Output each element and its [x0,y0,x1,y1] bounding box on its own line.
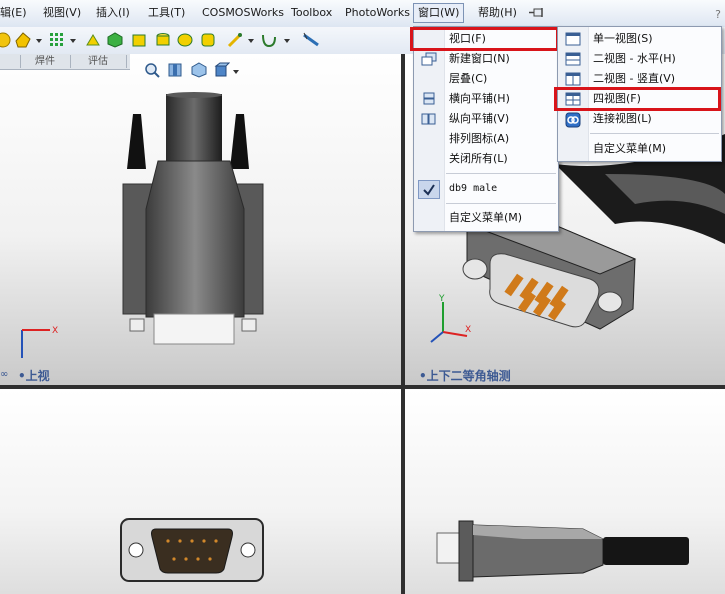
tab-evaluate[interactable]: 评估 [70,55,127,68]
tile-horizontal-icon [421,92,437,106]
connector-top-view [122,92,264,345]
submenu-item-two-view-vertical[interactable]: 二视图 - 竖直(V) [558,69,721,89]
menu-edit[interactable]: 辑(E) [0,5,27,21]
menu-toolbox[interactable]: Toolbox [291,5,332,21]
svg-text:X: X [465,325,471,335]
tab-strip: 焊件 评估 [0,54,130,70]
link-views-icon [565,112,581,128]
menu-insert[interactable]: 插入(I) [96,5,130,21]
tab-blank[interactable] [0,55,21,68]
sketch-icon[interactable] [226,31,244,49]
submenu-item-two-view-vertical-label: 二视图 - 竖直(V) [593,72,676,85]
submenu-item-two-view-horizontal-label: 二视图 - 水平(H) [593,52,676,65]
menu-cosmosworks[interactable]: COSMOSWorks [202,5,284,21]
two-view-horizontal-icon [565,52,581,66]
revolve-icon[interactable] [106,31,124,49]
box-icon[interactable] [130,31,148,49]
svg-text:Y: Y [438,294,445,304]
new-window-icon [421,52,437,66]
highlight-box-viewport [410,27,559,51]
view-label-top: •上视 [18,369,50,383]
menu-item-arrange-icons-label: 排列图标(A) [449,132,510,145]
svg-text:X: X [52,326,58,336]
pattern-dropdown-icon[interactable] [70,39,76,43]
menu-item-tile-horizontal-label: 横向平铺(H) [449,92,510,105]
two-view-vertical-icon [565,72,581,86]
tab-weldment[interactable]: 焊件 [20,55,71,68]
menu-item-customize[interactable]: 自定义菜单(M) [414,208,558,228]
submenu-item-link-views[interactable]: 连接视图(L) [558,109,721,129]
submenu-item-customize-label: 自定义菜单(M) [593,142,667,155]
viewport-divider-horizontal[interactable] [0,385,725,389]
viewport-top[interactable]: 焊件 评估 X ∞ •上视 [0,54,401,385]
section-view-icon[interactable] [167,62,183,81]
menu-separator [590,133,719,134]
menu-item-close-all[interactable]: 关闭所有(L) [414,149,558,169]
axis-triad-iso-icon: X Y [430,294,471,343]
submenu-item-customize[interactable]: 自定义菜单(M) [558,139,721,159]
menu-tools[interactable]: 工具(T) [148,5,185,21]
connector-front-view [120,518,264,582]
display-style-icon[interactable] [214,62,231,81]
curve-icon[interactable] [260,31,278,49]
cylinder-icon[interactable] [154,31,172,49]
highlight-box-four-view [554,87,721,111]
submenu-item-single-view-label: 单一视图(S) [593,32,653,45]
pin-icon[interactable] [528,6,546,20]
menu-item-db9-male[interactable]: db9 male [414,179,558,199]
menu-item-arrange-icons[interactable]: 排列图标(A) [414,129,558,149]
menu-item-cascade[interactable]: 层叠(C) [414,69,558,89]
shape-icon[interactable] [14,31,32,49]
submenu-item-link-views-label: 连接视图(L) [593,112,652,125]
menu-item-new-window[interactable]: 新建窗口(N) [414,49,558,69]
zoom-icon[interactable] [144,62,160,81]
view-label-trimetric: •上下二等角轴测 [419,369,511,383]
sphere-icon[interactable] [176,31,194,49]
help-mark[interactable]: ? [715,8,721,21]
submenu-item-single-view[interactable]: 单一视图(S) [558,29,721,49]
sketch-dropdown-icon[interactable] [248,39,254,43]
viewport-divider-vertical[interactable] [401,54,405,594]
curve-dropdown-icon[interactable] [284,39,290,43]
submenu-item-two-view-horizontal[interactable]: 二视图 - 水平(H) [558,49,721,69]
menu-view[interactable]: 视图(V) [43,5,81,21]
connector-side-view [436,520,689,582]
menu-item-new-window-label: 新建窗口(N) [449,52,510,65]
menu-item-customize-label: 自定义菜单(M) [449,211,523,224]
menu-bar: 辑(E) 视图(V) 插入(I) 工具(T) COSMOSWorks Toolb… [0,0,725,28]
menu-item-cascade-label: 层叠(C) [449,72,488,85]
window-menu: 视口(F) 新建窗口(N) 层叠(C) 横向平铺(H) 纵向平铺(V) 排列图标… [413,26,559,232]
check-icon [418,180,440,199]
single-view-icon [565,32,581,46]
view-link-icon: ∞ [0,369,9,380]
menu-separator [446,173,556,174]
menu-separator [446,203,556,204]
menu-item-tile-vertical[interactable]: 纵向平铺(V) [414,109,558,129]
pattern-icon[interactable] [48,31,66,49]
menu-help[interactable]: 帮助(H) [478,5,517,21]
shape-dropdown-icon[interactable] [36,39,42,43]
menu-item-close-all-label: 关闭所有(L) [449,152,508,165]
viewport-right[interactable] [405,389,725,594]
measure-icon[interactable] [302,31,320,49]
tile-vertical-icon [421,112,437,126]
menu-item-db9-male-label: db9 male [449,183,498,194]
extrude-icon[interactable] [84,31,102,49]
menu-item-tile-horizontal[interactable]: 横向平铺(H) [414,89,558,109]
menu-window[interactable]: 窗口(W) [413,3,465,23]
part-icon[interactable] [0,31,12,49]
viewport-front[interactable] [0,389,401,594]
fillet-icon[interactable] [199,31,217,49]
axis-triad-icon: X [21,326,58,358]
menu-item-tile-vertical-label: 纵向平铺(V) [449,112,510,125]
display-style-dropdown-icon[interactable] [233,70,239,74]
menu-photoworks[interactable]: PhotoWorks [345,5,410,21]
view-orientation-icon[interactable] [191,62,207,81]
